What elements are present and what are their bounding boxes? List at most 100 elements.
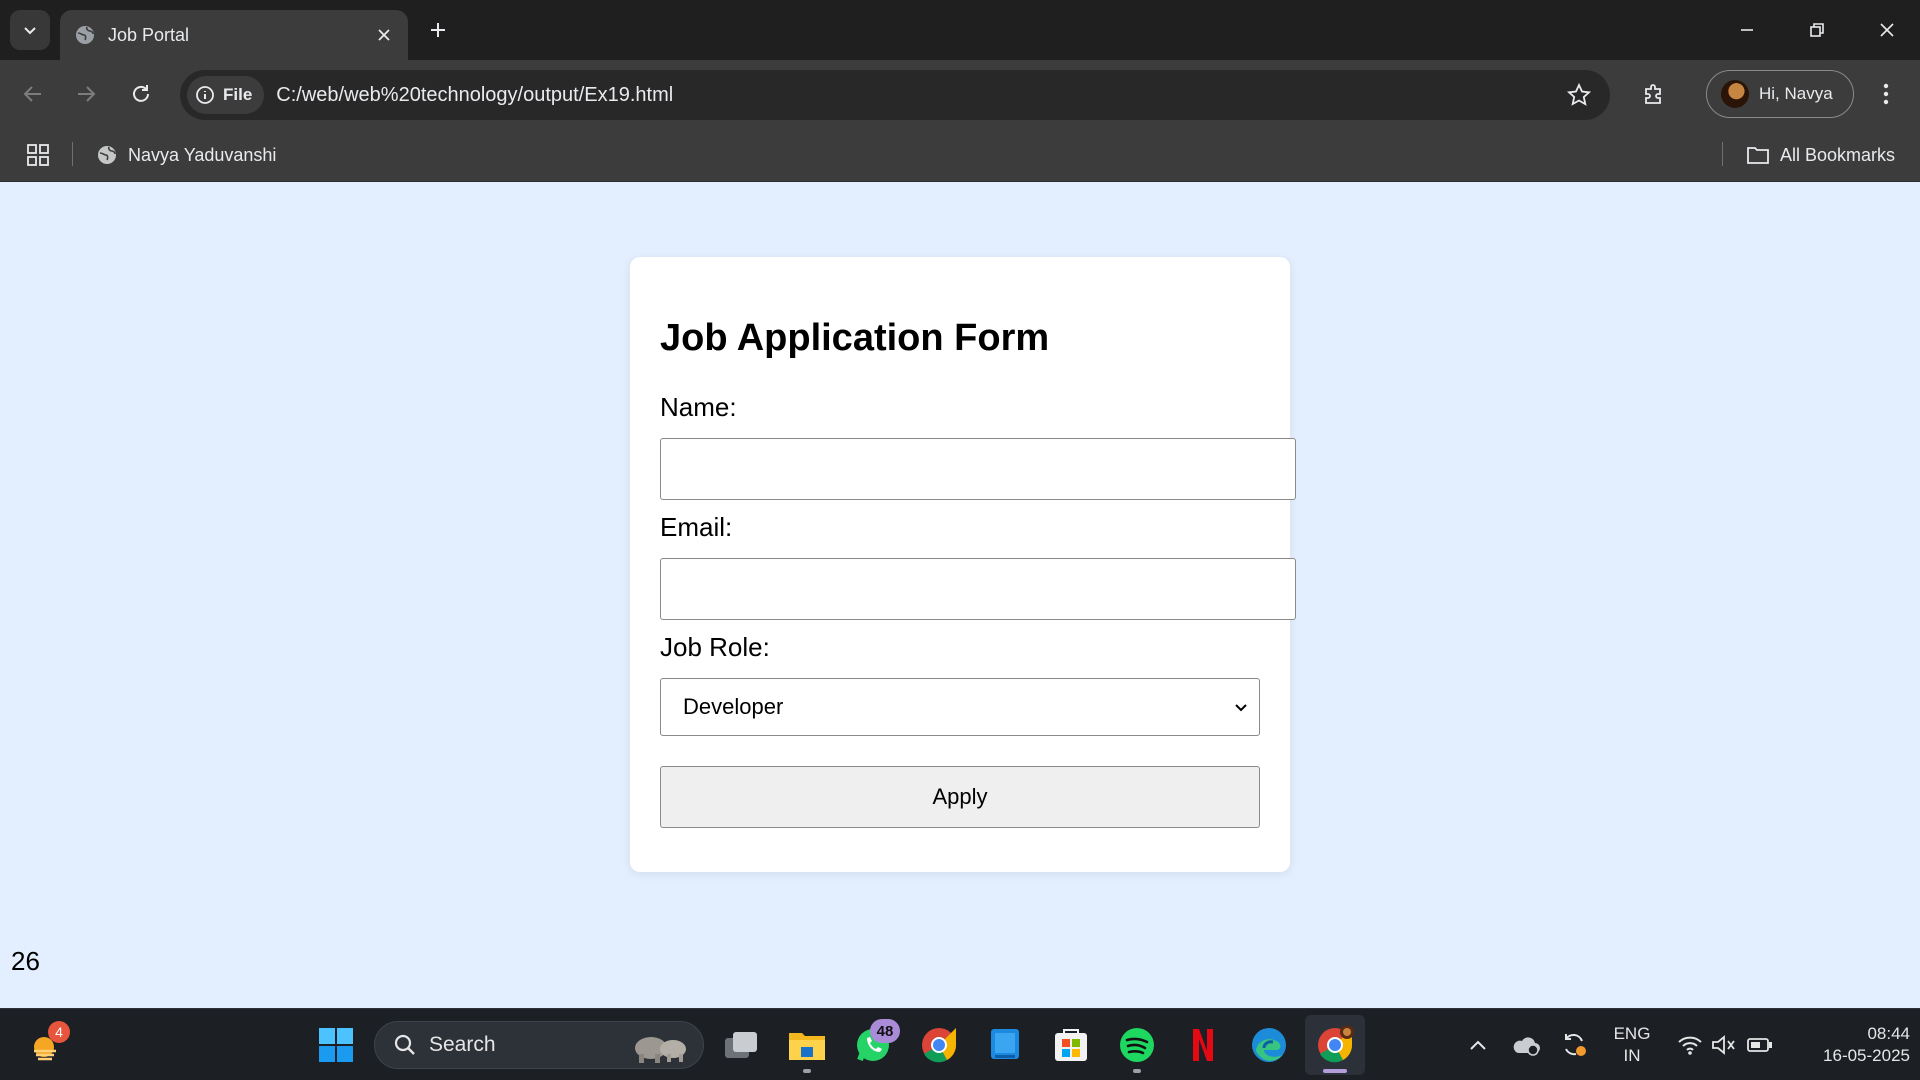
site-info-chip[interactable]: File	[187, 76, 265, 114]
store-icon	[1055, 1029, 1087, 1061]
search-label: Search	[429, 1033, 496, 1056]
profile-label: Hi, Navya	[1759, 84, 1833, 103]
apps-grid-icon[interactable]	[24, 141, 52, 169]
file-explorer-button[interactable]	[787, 1025, 827, 1065]
address-bar[interactable]: File C:/web/web%20technology/output/Ex19…	[180, 70, 1610, 120]
cloud-icon	[1513, 1037, 1540, 1056]
globe-icon	[98, 146, 116, 164]
globe-icon	[76, 26, 94, 44]
tray-overflow-button[interactable]	[1458, 1025, 1498, 1065]
more-vertical-icon	[1883, 83, 1889, 105]
app-blue-button[interactable]	[985, 1025, 1025, 1065]
forward-button[interactable]	[66, 74, 106, 114]
chrome-icon	[1318, 1026, 1354, 1063]
job-role-label: Job Role:	[660, 632, 770, 662]
puzzle-icon	[1645, 84, 1661, 104]
bookmarks-bar: Navya Yaduvanshi All Bookmarks	[0, 128, 1920, 182]
avatar	[1721, 80, 1749, 108]
close-window-button[interactable]	[1862, 10, 1912, 50]
task-view-button[interactable]	[721, 1025, 761, 1065]
start-button[interactable]	[316, 1025, 356, 1065]
chrome-profile-button[interactable]	[1315, 1025, 1355, 1065]
weather-badge: 4	[48, 1021, 70, 1043]
volume-muted-icon	[1712, 1035, 1735, 1055]
folder-icon	[1747, 147, 1769, 164]
reload-button[interactable]	[121, 74, 161, 114]
running-indicator	[803, 1069, 811, 1073]
sync-icon	[1565, 1034, 1586, 1056]
profile-button[interactable]: Hi, Navya	[1706, 70, 1854, 118]
browser-menu-button[interactable]	[1868, 74, 1904, 114]
name-input[interactable]	[660, 438, 1296, 500]
url-text: C:/web/web%20technology/output/Ex19.html	[276, 83, 674, 106]
wifi-icon	[1678, 1036, 1702, 1055]
windows-logo-icon	[319, 1028, 353, 1062]
microsoft-store-button[interactable]	[1051, 1025, 1091, 1065]
running-indicator	[1133, 1069, 1141, 1073]
chevron-down-icon	[24, 27, 36, 35]
extensions-button[interactable]	[1634, 74, 1674, 114]
plus-icon	[431, 23, 445, 37]
spotify-icon	[1120, 1028, 1154, 1062]
clock-time: 08:44	[1867, 1024, 1910, 1043]
edge-icon	[1252, 1028, 1286, 1062]
new-tab-button[interactable]	[422, 14, 454, 46]
job-application-card: Job Application Form Name: Email: Job Ro…	[630, 257, 1296, 872]
bookmark-label: Navya Yaduvanshi	[128, 144, 277, 165]
clock-date: 16-05-2025	[1823, 1046, 1910, 1065]
arrow-left-icon	[23, 86, 41, 102]
stray-number-text: 26	[11, 946, 40, 976]
chrome-button[interactable]	[919, 1025, 959, 1065]
bookmarks-divider	[72, 142, 73, 166]
minimize-icon	[1741, 29, 1753, 31]
chevron-up-icon	[1470, 1040, 1486, 1050]
restore-icon	[1810, 23, 1824, 37]
netflix-icon	[1193, 1029, 1213, 1061]
close-icon	[1880, 23, 1894, 37]
taskbar: 4 Search 48 ENG IN 08:44 16-05-2025	[0, 1008, 1920, 1080]
volume-button[interactable]	[1704, 1025, 1744, 1065]
site-info-label: File	[223, 85, 253, 104]
info-icon	[196, 86, 214, 104]
arrow-right-icon	[78, 86, 96, 102]
folder-icon	[789, 1033, 825, 1060]
form-title: Job Application Form	[660, 317, 1050, 359]
back-button[interactable]	[13, 74, 53, 114]
edge-button[interactable]	[1249, 1025, 1289, 1065]
bookmark-item[interactable]: Navya Yaduvanshi	[96, 140, 276, 170]
chevron-down-icon	[1235, 704, 1247, 712]
name-label: Name:	[660, 392, 737, 422]
clock[interactable]: 08:44 16-05-2025	[1790, 1023, 1910, 1067]
taskbar-search[interactable]: Search	[374, 1021, 704, 1069]
notes-app-icon	[991, 1029, 1019, 1059]
close-icon	[378, 29, 390, 41]
bookmarks-divider	[1722, 142, 1723, 166]
netflix-button[interactable]	[1183, 1025, 1223, 1065]
tab-close-button[interactable]	[372, 23, 396, 47]
reload-icon	[133, 85, 149, 102]
region-code: IN	[1623, 1046, 1641, 1065]
battery-icon	[1747, 1038, 1772, 1052]
onedrive-button[interactable]	[1506, 1025, 1546, 1065]
spotify-button[interactable]	[1117, 1025, 1157, 1065]
browser-tab[interactable]: Job Portal	[60, 10, 408, 60]
search-icon	[394, 1034, 415, 1055]
language-code: ENG	[1613, 1024, 1651, 1043]
bookmark-star-icon[interactable]	[1566, 82, 1592, 108]
elephant-icon	[635, 1037, 686, 1063]
all-bookmarks-button[interactable]: All Bookmarks	[1746, 140, 1895, 170]
apply-button[interactable]: Apply	[660, 766, 1260, 828]
language-indicator[interactable]: ENG IN	[1606, 1023, 1658, 1067]
sync-button[interactable]	[1554, 1025, 1594, 1065]
job-role-selected-value: Developer	[683, 694, 784, 719]
battery-button[interactable]	[1740, 1025, 1780, 1065]
minimize-button[interactable]	[1722, 10, 1772, 50]
job-role-select[interactable]: Developer	[660, 678, 1260, 736]
browser-toolbar: File C:/web/web%20technology/output/Ex19…	[0, 60, 1920, 128]
tab-title: Job Portal	[108, 24, 190, 45]
restore-button[interactable]	[1792, 10, 1842, 50]
email-input[interactable]	[660, 558, 1296, 620]
tab-search-button[interactable]	[10, 10, 50, 50]
all-bookmarks-label: All Bookmarks	[1780, 144, 1896, 165]
task-view-icon	[725, 1032, 757, 1058]
